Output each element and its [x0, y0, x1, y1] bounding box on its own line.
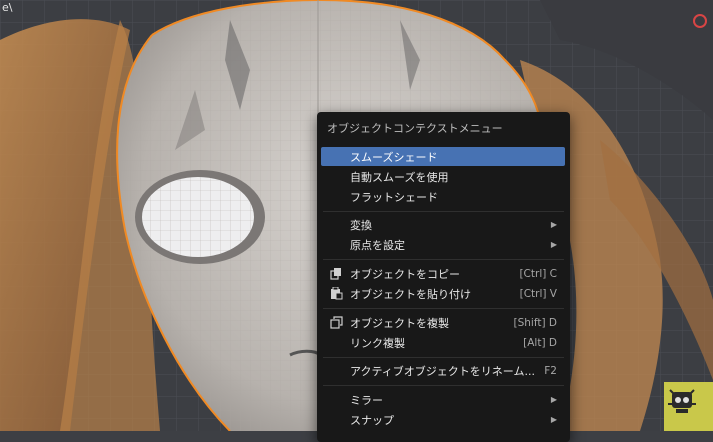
- menu-item-label: オブジェクトを貼り付け: [350, 287, 471, 301]
- duplicate-icon: [329, 315, 344, 330]
- menu-separator: [323, 385, 564, 386]
- menu-item-paste-objects[interactable]: オブジェクトを貼り付け [Ctrl] V: [321, 284, 565, 303]
- menu-separator: [323, 357, 564, 358]
- menu-item-auto-smooth[interactable]: 自動スムーズを使用: [321, 167, 565, 186]
- menu-item-shortcut: [Ctrl] V: [519, 287, 557, 300]
- menu-item-label: スナップ: [350, 413, 394, 427]
- menu-item-shortcut: [Ctrl] C: [519, 267, 557, 280]
- menu-item-label: フラットシェード: [350, 190, 438, 204]
- menu-item-duplicate-objects[interactable]: オブジェクトを複製 [Shift] D: [321, 313, 565, 332]
- menu-item-label: ミラー: [350, 393, 383, 407]
- submenu-arrow-icon: ▶: [550, 395, 557, 404]
- menu-item-label: オブジェクトを複製: [350, 316, 449, 330]
- menu-separator: [323, 211, 564, 212]
- paste-icon: [329, 286, 344, 301]
- menu-item-label: 変換: [350, 218, 372, 232]
- menu-item-snap[interactable]: スナップ ▶: [321, 410, 565, 429]
- submenu-arrow-icon: ▶: [550, 415, 557, 424]
- menu-item-label: 原点を設定: [350, 238, 405, 252]
- menu-item-transform[interactable]: 変換 ▶: [321, 215, 565, 234]
- submenu-arrow-icon: ▶: [550, 220, 557, 229]
- menu-item-label: アクティブオブジェクトをリネーム...: [350, 364, 535, 378]
- viewport-label: e\: [2, 1, 13, 14]
- menu-item-smooth-shade[interactable]: スムーズシェード: [321, 147, 565, 166]
- menu-item-set-origin[interactable]: 原点を設定 ▶: [321, 235, 565, 254]
- menu-item-linked-duplicate[interactable]: リンク複製 [Alt] D: [321, 333, 565, 352]
- menu-item-rename-active[interactable]: アクティブオブジェクトをリネーム... F2: [321, 361, 565, 380]
- menu-item-label: スムーズシェード: [350, 150, 438, 164]
- menu-item-copy-objects[interactable]: オブジェクトをコピー [Ctrl] C: [321, 264, 565, 283]
- robot-logo-icon: [664, 382, 713, 431]
- menu-item-mirror[interactable]: ミラー ▶: [321, 390, 565, 409]
- menu-item-shortcut: F2: [544, 364, 557, 377]
- copy-icon: [329, 266, 344, 281]
- submenu-arrow-icon: ▶: [550, 240, 557, 249]
- menu-item-flat-shade[interactable]: フラットシェード: [321, 187, 565, 206]
- menu-item-label: リンク複製: [350, 336, 405, 350]
- menu-separator: [323, 259, 564, 260]
- navigation-gizmo-icon[interactable]: [693, 14, 707, 28]
- menu-item-label: 自動スムーズを使用: [350, 170, 449, 184]
- menu-separator: [323, 308, 564, 309]
- menu-item-shortcut: [Shift] D: [513, 316, 557, 329]
- menu-title: オブジェクトコンテクストメニュー: [327, 122, 503, 135]
- object-context-menu: オブジェクトコンテクストメニュー スムーズシェード 自動スムーズを使用 フラット…: [317, 112, 570, 442]
- menu-item-label: オブジェクトをコピー: [350, 267, 460, 281]
- menu-item-shortcut: [Alt] D: [523, 336, 557, 349]
